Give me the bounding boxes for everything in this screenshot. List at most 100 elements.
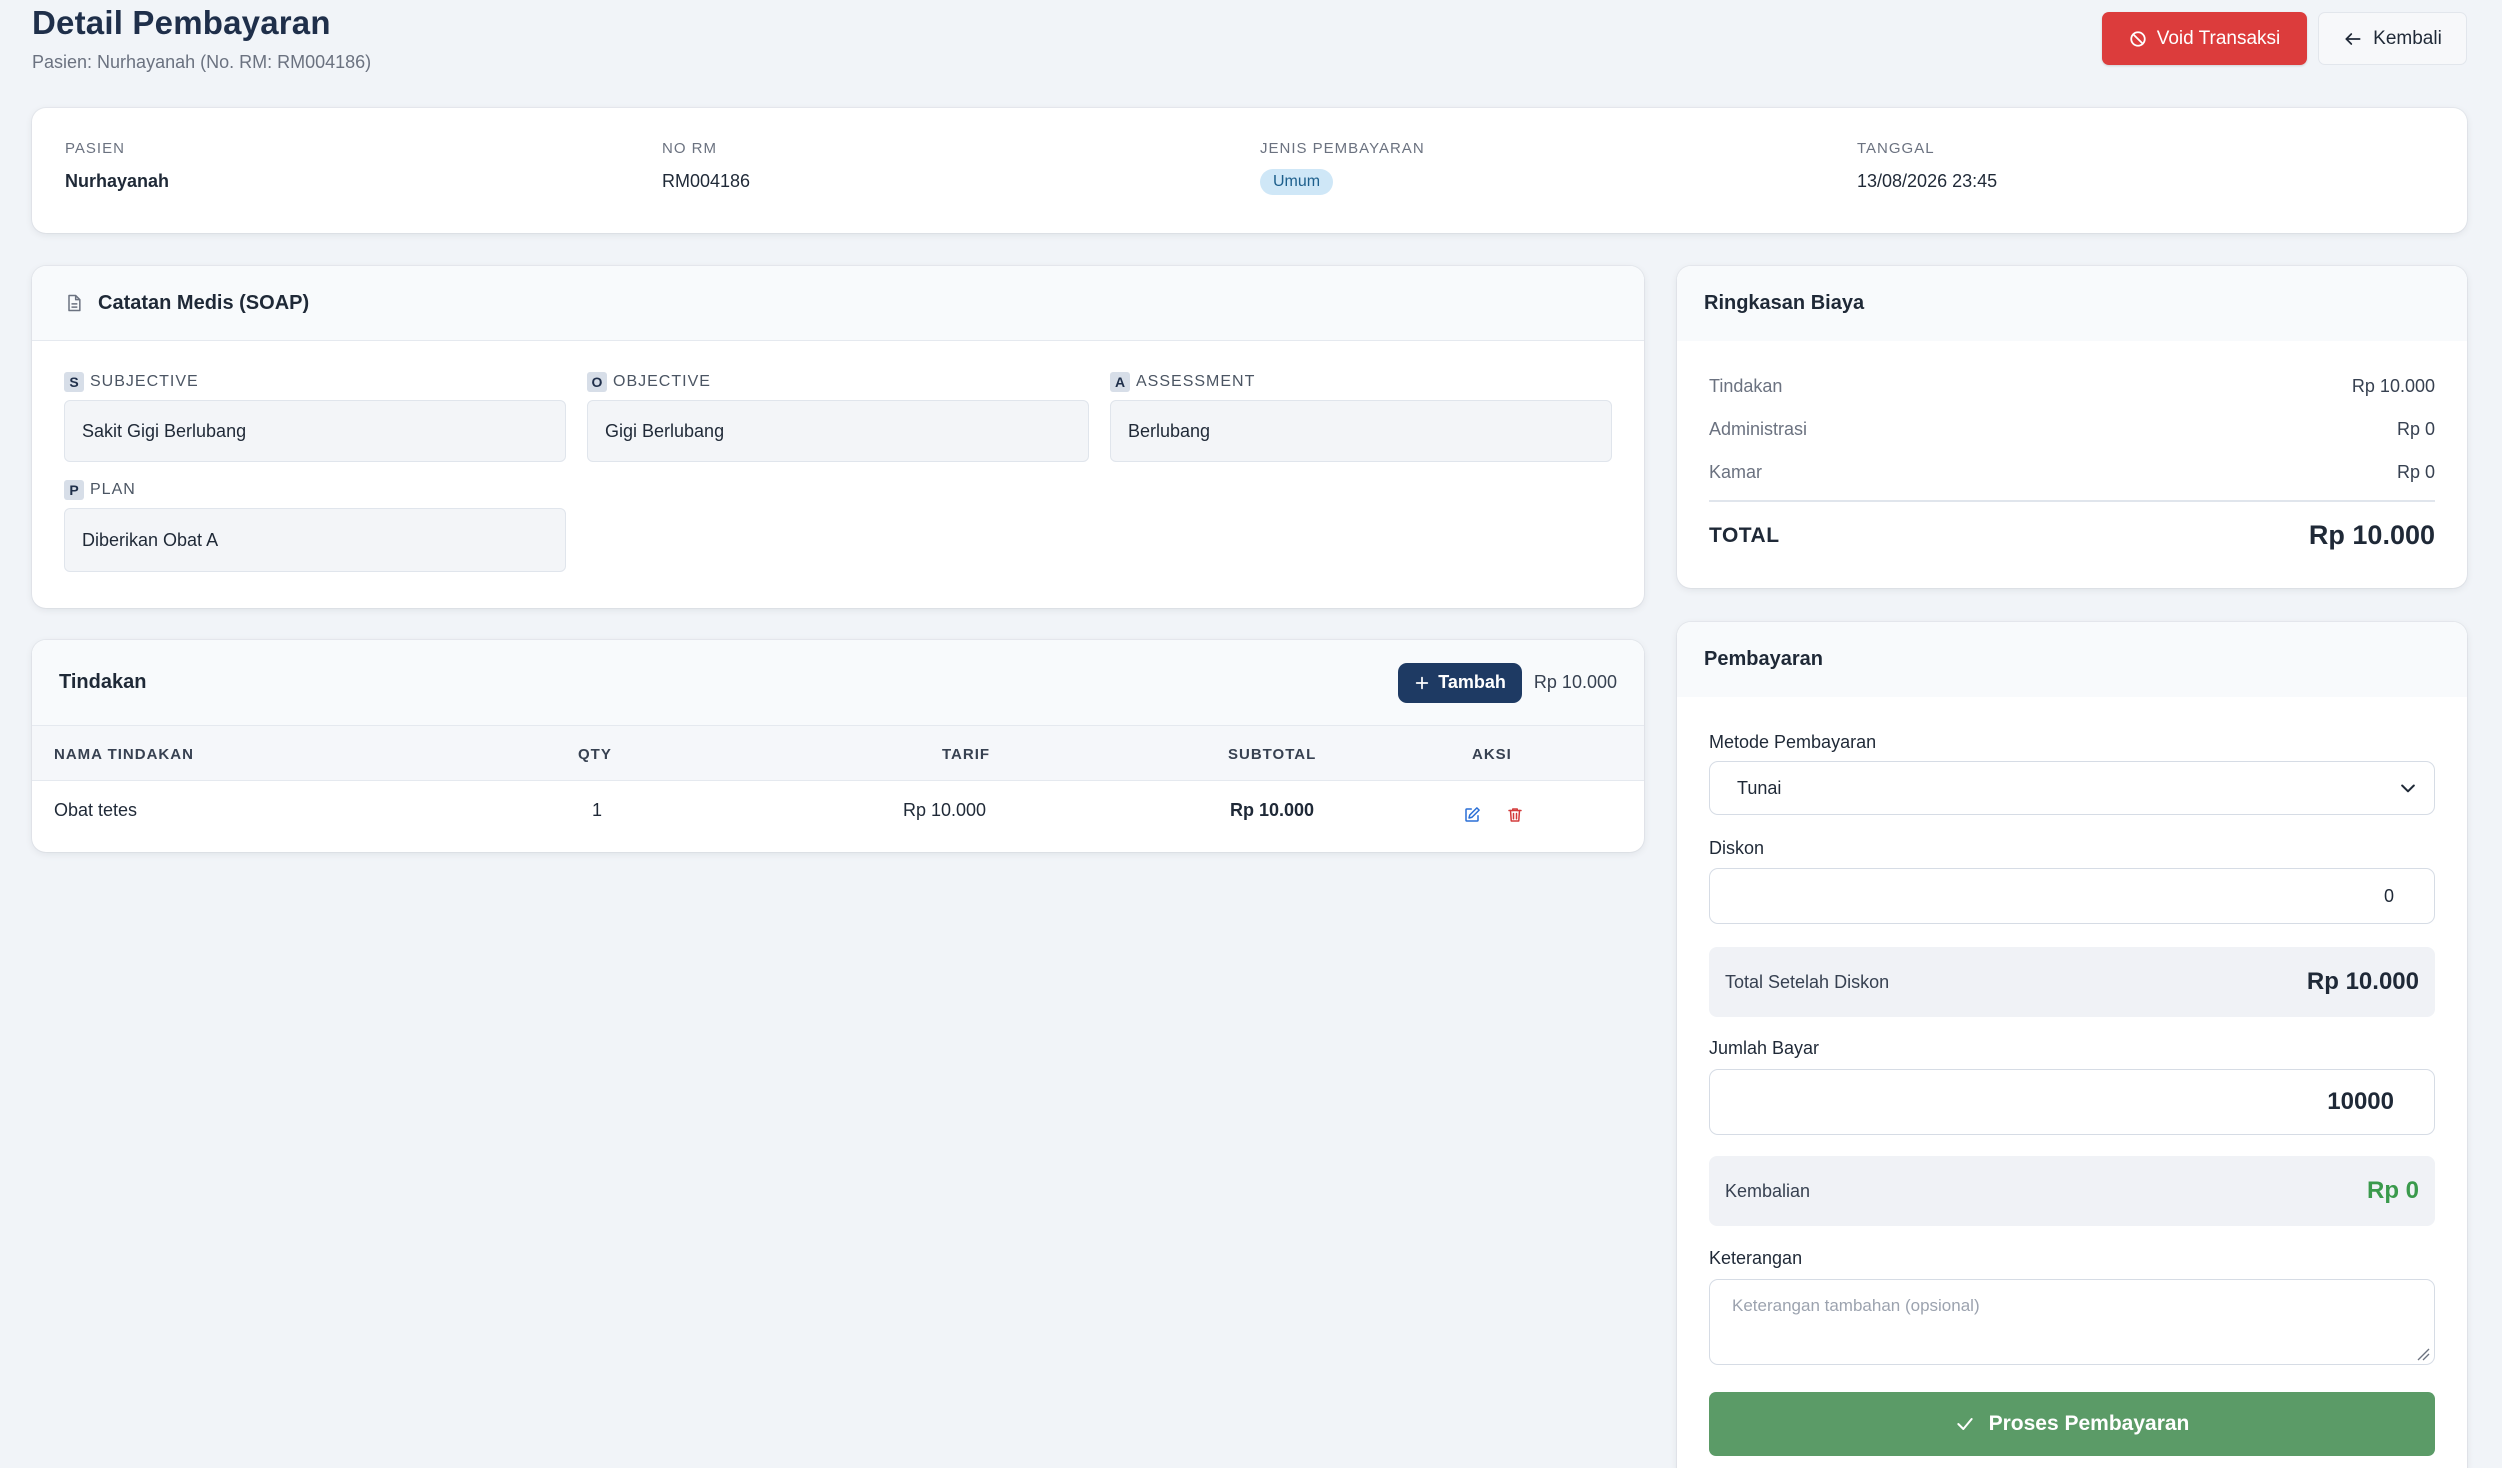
- total-after-discount-value: Rp 10.000: [2306, 968, 2419, 995]
- col-subtotal: SUBTOTAL: [1228, 746, 1317, 763]
- ban-icon: [2129, 30, 2147, 48]
- amount-paid-value: 10000: [2327, 1088, 2394, 1115]
- tanggal-label: TANGGAL: [1857, 140, 1935, 157]
- jenis-badge: Umum: [1260, 169, 1334, 195]
- summary-value: Rp 0: [2396, 419, 2435, 439]
- pasien-label: PASIEN: [65, 140, 125, 157]
- payment-title: Pembayaran: [1704, 648, 1823, 670]
- total-label: TOTAL: [1709, 523, 1780, 547]
- page-title: Detail Pembayaran: [32, 4, 331, 41]
- soap-title: Catatan Medis (SOAP): [98, 291, 310, 314]
- total-value: Rp 10.000: [2308, 520, 2435, 550]
- summary-total: TOTAL Rp 10.000: [1709, 520, 2435, 551]
- col-tarif: TARIF: [942, 746, 991, 763]
- discount-value: 0: [2383, 885, 2394, 906]
- soap-subjective: S SUBJECTIVE Sakit Gigi Berlubang: [64, 372, 566, 462]
- process-payment-button[interactable]: Proses Pembayaran: [1709, 1392, 2435, 1456]
- amount-paid-input[interactable]: 10000: [1709, 1069, 2435, 1135]
- row-nama: Obat tetes: [54, 800, 138, 820]
- process-payment-label: Proses Pembayaran: [1988, 1412, 2190, 1435]
- jenis-label: JENIS PEMBAYARAN: [1260, 140, 1425, 157]
- payment-header: Pembayaran: [1677, 622, 2467, 697]
- assessment-letter: A: [1110, 372, 1130, 392]
- metode-label: Metode Pembayaran: [1709, 732, 1877, 752]
- summary-row-kamar: Kamar Rp 0: [1709, 462, 2435, 483]
- subjective-label: S SUBJECTIVE: [64, 372, 566, 392]
- table-header: NAMA TINDAKAN QTY TARIF SUBTOTAL AKSI: [32, 725, 1644, 781]
- plan-label: P PLAN: [64, 480, 566, 500]
- payment-card: Pembayaran Metode Pembayaran Tunai Disko…: [1677, 622, 2467, 1468]
- arrow-left-icon: [2343, 29, 2363, 49]
- plus-icon: [1414, 675, 1430, 691]
- col-nama: NAMA TINDAKAN: [54, 746, 194, 763]
- subjective-value: Sakit Gigi Berlubang: [64, 400, 566, 462]
- void-transaction-button[interactable]: Void Transaksi: [2102, 12, 2307, 65]
- back-label: Kembali: [2373, 27, 2442, 49]
- patient-info-card: PASIEN Nurhayanah NO RM RM004186 JENIS P…: [32, 108, 2467, 233]
- assessment-label: A ASSESSMENT: [1110, 372, 1612, 392]
- trash-icon[interactable]: [1504, 804, 1526, 826]
- plan-letter: P: [64, 480, 84, 500]
- jumlah-bayar-label: Jumlah Bayar: [1709, 1038, 1820, 1058]
- tindakan-header: Tindakan Tambah Rp 10.000: [32, 640, 1644, 725]
- col-aksi: AKSI: [1472, 746, 1512, 763]
- pasien-value: Nurhayanah: [65, 171, 170, 191]
- diskon-label: Diskon: [1709, 838, 1765, 858]
- info-pasien: PASIEN Nurhayanah: [65, 140, 169, 192]
- edit-icon[interactable]: [1461, 804, 1483, 826]
- payment-method-select[interactable]: Tunai: [1709, 761, 2435, 815]
- soap-plan: P PLAN Diberikan Obat A: [64, 480, 566, 572]
- tindakan-actions: Tambah Rp 10.000: [1398, 662, 1617, 703]
- change-summary: Kembalian Rp 0: [1709, 1156, 2435, 1226]
- summary-row-administrasi: Administrasi Rp 0: [1709, 419, 2435, 440]
- resize-handle-icon[interactable]: [2416, 1346, 2430, 1361]
- change-label: Kembalian: [1725, 1180, 1811, 1201]
- tanggal-value: 13/08/2026 23:45: [1857, 171, 1998, 191]
- discount-input[interactable]: 0: [1709, 868, 2435, 924]
- summary-label: Administrasi: [1709, 419, 1808, 439]
- subjective-label-text: SUBJECTIVE: [90, 373, 199, 390]
- summary-divider: [1709, 500, 2435, 502]
- total-after-discount-label: Total Setelah Diskon: [1725, 971, 1890, 992]
- back-button[interactable]: Kembali: [2318, 12, 2467, 65]
- objective-label-text: OBJECTIVE: [613, 373, 711, 390]
- subjective-letter: S: [64, 372, 84, 392]
- plan-label-text: PLAN: [90, 481, 136, 498]
- chevron-down-icon: [2398, 778, 2418, 798]
- soap-objective: O OBJECTIVE Gigi Berlubang: [587, 372, 1089, 462]
- row-subtotal: Rp 10.000: [1230, 800, 1315, 820]
- add-tindakan-label: Tambah: [1438, 672, 1506, 692]
- total-after-discount: Total Setelah Diskon Rp 10.000: [1709, 947, 2435, 1017]
- cost-summary-card: Ringkasan Biaya Tindakan Rp 10.000 Admin…: [1677, 266, 2467, 588]
- keterangan-label: Keterangan: [1709, 1248, 1803, 1268]
- soap-header: Catatan Medis (SOAP): [32, 266, 1644, 341]
- void-transaction-label: Void Transaksi: [2156, 27, 2281, 49]
- plan-value: Diberikan Obat A: [64, 508, 566, 572]
- info-norm: NO RM RM004186: [662, 140, 750, 192]
- check-icon: [1955, 1414, 1975, 1434]
- assessment-label-text: ASSESSMENT: [1136, 373, 1256, 390]
- objective-letter: O: [587, 372, 607, 392]
- col-qty: QTY: [578, 746, 612, 763]
- change-value: Rp 0: [2366, 1177, 2419, 1204]
- add-tindakan-button[interactable]: Tambah: [1398, 662, 1522, 703]
- tindakan-total: Rp 10.000: [1533, 672, 1617, 692]
- soap-card: Catatan Medis (SOAP) S SUBJECTIVE Sakit …: [32, 266, 1644, 608]
- cost-summary-header: Ringkasan Biaya: [1677, 266, 2467, 341]
- summary-row-tindakan: Tindakan Rp 10.000: [1709, 376, 2435, 397]
- tindakan-card: Tindakan Tambah Rp 10.000 NAMA TINDAKAN …: [32, 640, 1644, 852]
- summary-label: Kamar: [1709, 462, 1763, 482]
- notes-placeholder: Keterangan tambahan (opsional): [1732, 1296, 1980, 1315]
- assessment-value: Berlubang: [1110, 400, 1612, 462]
- payment-method-value: Tunai: [1737, 777, 1782, 798]
- objective-label: O OBJECTIVE: [587, 372, 1089, 392]
- summary-label: Tindakan: [1709, 376, 1783, 396]
- row-tarif: Rp 10.000: [903, 800, 987, 820]
- page-subtitle: Pasien: Nurhayanah (No. RM: RM004186): [32, 52, 372, 72]
- info-jenis: JENIS PEMBAYARAN Umum: [1260, 140, 1425, 195]
- document-icon: [64, 292, 84, 314]
- summary-value: Rp 10.000: [2351, 376, 2435, 396]
- soap-assessment: A ASSESSMENT Berlubang: [1110, 372, 1612, 462]
- notes-textarea[interactable]: Keterangan tambahan (opsional): [1709, 1279, 2435, 1365]
- norm-value: RM004186: [662, 171, 751, 191]
